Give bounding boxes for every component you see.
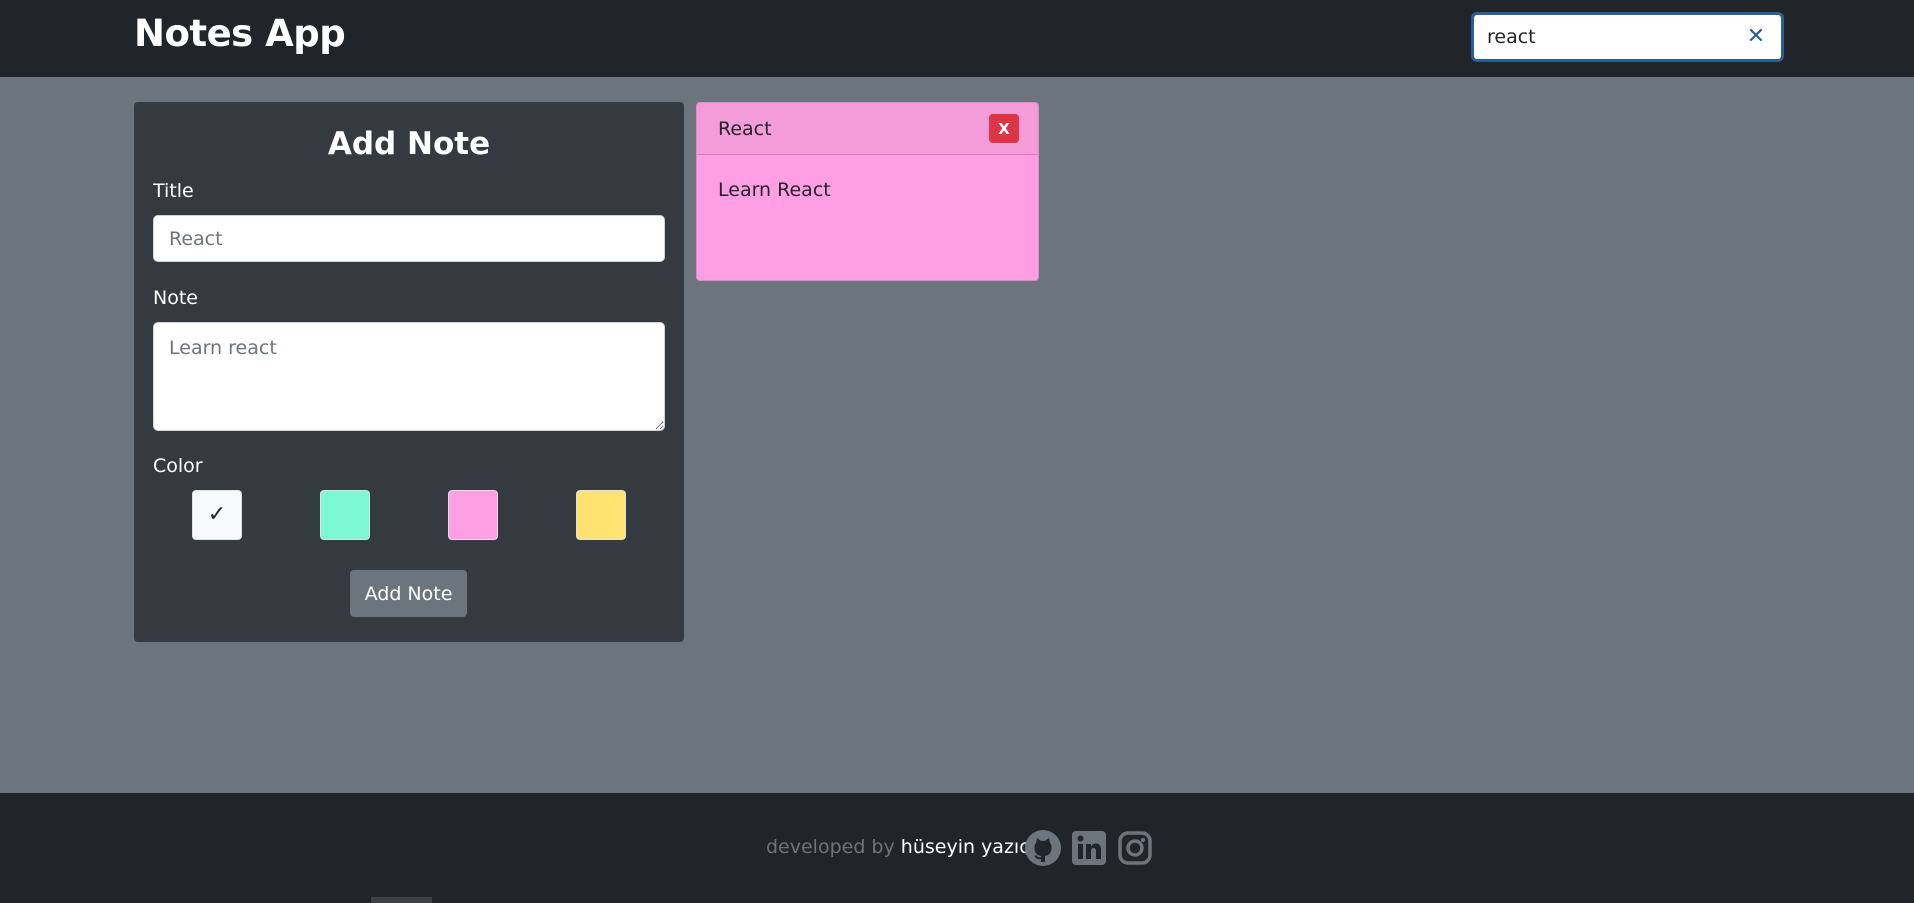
- search-box[interactable]: ✕: [1471, 12, 1784, 62]
- footer-scroll-indicator: [371, 897, 432, 903]
- search-input[interactable]: [1487, 23, 1737, 51]
- note-card-header: React X: [697, 103, 1038, 155]
- clear-search-icon[interactable]: ✕: [1743, 24, 1769, 50]
- title-label: Title: [153, 180, 194, 202]
- note-textarea[interactable]: [153, 322, 665, 431]
- developer-credit: developed by hüseyin yazıcı: [766, 836, 1035, 858]
- color-swatch-pink[interactable]: [448, 490, 498, 540]
- note-title: React: [718, 118, 772, 140]
- note-body: Learn React: [718, 179, 831, 201]
- instagram-icon[interactable]: [1116, 829, 1154, 867]
- app-brand[interactable]: Notes App: [134, 12, 346, 55]
- github-icon[interactable]: [1024, 829, 1062, 867]
- delete-note-button[interactable]: X: [989, 114, 1019, 143]
- note-card: React X Learn React: [696, 102, 1039, 281]
- credit-prefix: developed by: [766, 836, 901, 858]
- checkmark-icon: ✓: [207, 502, 227, 527]
- add-note-button[interactable]: Add Note: [350, 570, 467, 617]
- color-swatch-white[interactable]: ✓: [192, 490, 242, 540]
- author-name[interactable]: hüseyin yazıcı: [901, 836, 1035, 858]
- navbar: Notes App ✕: [0, 0, 1914, 77]
- linkedin-icon[interactable]: [1070, 829, 1108, 867]
- color-swatch-yellow[interactable]: [576, 490, 626, 540]
- note-label: Note: [153, 287, 198, 309]
- title-input[interactable]: [153, 215, 665, 262]
- footer: developed by hüseyin yazıcı: [0, 793, 1914, 903]
- add-note-panel: Add Note Title Note Color ✓ Add Note: [134, 102, 684, 642]
- add-note-heading: Add Note: [327, 126, 491, 162]
- color-swatch-mint[interactable]: [320, 490, 370, 540]
- color-label: Color: [153, 455, 203, 477]
